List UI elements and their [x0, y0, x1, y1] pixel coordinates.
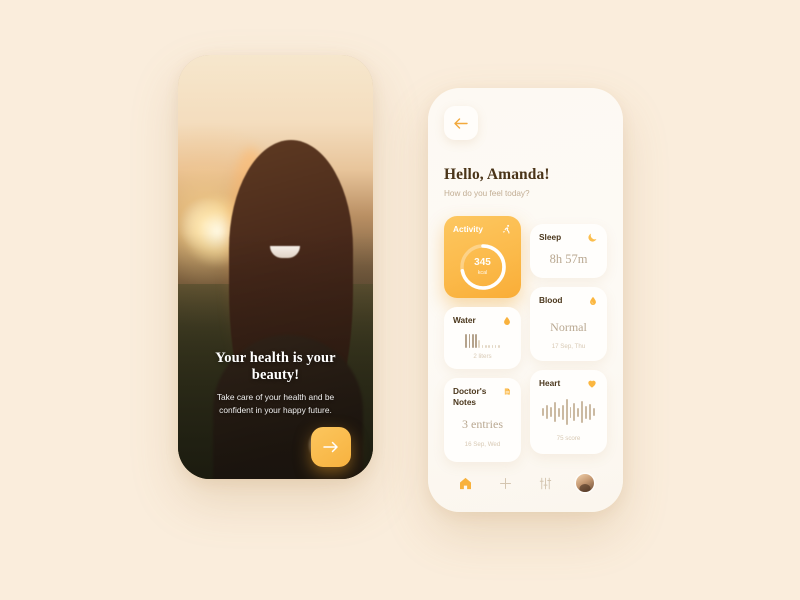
card-doctors-notes[interactable]: Doctor's Notes 3 entries 16 Sep, Wed — [444, 378, 521, 462]
water-value: 2 liters — [473, 353, 492, 360]
water-gauge-bar — [471, 334, 474, 348]
heart-wave-bar — [561, 404, 564, 420]
water-gauge-bar — [468, 334, 471, 348]
water-gauge-bar — [481, 345, 484, 348]
card-column-right: Sleep 8h 57m Blood Normal 17 Sep, Thu He… — [530, 216, 607, 462]
water-drop-icon — [504, 316, 510, 325]
card-header: Sleep — [539, 232, 598, 243]
next-button[interactable] — [311, 427, 351, 467]
heart-wave-bar — [592, 408, 595, 416]
running-icon — [502, 224, 510, 234]
card-water[interactable]: Water 2 liters — [444, 307, 521, 369]
greeting-block: Hello, Amanda! How do you feel today? — [444, 166, 607, 198]
home-icon — [460, 477, 472, 489]
heart-wave-bar — [585, 405, 587, 419]
water-gauge — [453, 334, 512, 348]
heart-wave-bar — [546, 405, 549, 419]
card-blood[interactable]: Blood Normal 17 Sep, Thu — [530, 287, 607, 361]
notes-icon — [505, 388, 511, 395]
card-header: Activity — [453, 224, 512, 235]
card-title: Activity — [453, 224, 483, 234]
app-canvas: Your health is your beauty! Take care of… — [0, 0, 800, 600]
heart-wave-bar — [577, 407, 580, 417]
sliders-icon — [539, 477, 552, 489]
back-button[interactable] — [444, 106, 478, 140]
avatar — [576, 474, 595, 492]
activity-value-group: 345 kcal — [458, 242, 508, 292]
card-header: Water — [453, 315, 512, 327]
nav-item-add[interactable] — [495, 472, 517, 494]
arrow-right-icon — [323, 441, 338, 453]
water-gauge-bar — [498, 345, 500, 348]
water-gauge-bar — [475, 334, 477, 348]
card-header: Blood — [539, 295, 598, 307]
card-title: Blood — [539, 295, 563, 305]
blood-drop-icon — [590, 296, 596, 305]
hero-headline: Your health is your beauty! — [215, 349, 336, 383]
heart-icon — [588, 380, 596, 388]
heart-wave-bar — [565, 399, 568, 425]
onboarding-phone: Your health is your beauty! Take care of… — [178, 55, 373, 479]
sleep-value: 8h 57m — [549, 252, 588, 266]
card-title: Heart — [539, 378, 561, 388]
card-header: Heart — [539, 378, 598, 389]
hero-subtitle: Take care of your health and be confiden… — [216, 391, 335, 415]
card-column-left: Activity 345 kcal Water 2 liters Doctor'… — [444, 216, 521, 462]
plus-icon — [500, 477, 512, 489]
nav-item-settings[interactable] — [534, 472, 556, 494]
water-gauge-bar — [484, 345, 487, 348]
heart-wave-bar — [588, 404, 591, 420]
heart-wave-bar — [553, 402, 556, 422]
heart-wave-bar — [542, 408, 545, 416]
heart-waveform — [539, 397, 598, 427]
bottom-navigation — [428, 472, 623, 494]
water-gauge-bar — [494, 345, 497, 348]
card-title: Sleep — [539, 232, 562, 242]
activity-value: 345 — [474, 257, 491, 268]
water-gauge-bar — [488, 345, 490, 348]
heart-wave-bar — [550, 407, 552, 417]
card-title: Doctor's Notes — [453, 386, 487, 407]
metric-card-grid: Activity 345 kcal Water 2 liters Doctor'… — [444, 216, 607, 462]
card-sleep[interactable]: Sleep 8h 57m — [530, 224, 607, 278]
heart-wave-bar — [569, 406, 572, 418]
heart-wave-bar — [581, 401, 584, 423]
hero-copy: Your health is your beauty! Take care of… — [178, 350, 373, 417]
activity-progress-ring: 345 kcal — [458, 242, 508, 292]
notes-value: 3 entries — [462, 417, 503, 432]
blood-value: Normal — [550, 320, 587, 334]
arrow-left-icon — [454, 117, 468, 129]
blood-date: 17 Sep, Thu — [551, 343, 586, 350]
card-activity[interactable]: Activity 345 kcal — [444, 216, 521, 298]
card-title: Water — [453, 315, 476, 325]
card-header: Doctor's Notes — [453, 386, 512, 407]
heart-wave-bar — [557, 407, 560, 417]
dashboard-phone: Hello, Amanda! How do you feel today? Ac… — [428, 88, 623, 512]
nav-item-home[interactable] — [455, 472, 477, 494]
notes-date: 16 Sep, Wed — [464, 441, 501, 449]
greeting-subtitle: How do you feel today? — [444, 189, 530, 198]
heart-value: 75 score — [556, 435, 581, 442]
card-heart[interactable]: Heart 75 score — [530, 370, 607, 454]
moon-icon — [588, 233, 597, 242]
water-gauge-bar — [465, 334, 467, 348]
nav-item-profile[interactable] — [574, 472, 596, 494]
water-gauge-bar — [491, 345, 494, 348]
water-gauge-bar — [478, 340, 481, 348]
activity-unit: kcal — [477, 270, 488, 276]
heart-wave-bar — [573, 403, 576, 421]
page-title: Hello, Amanda! — [444, 166, 550, 183]
